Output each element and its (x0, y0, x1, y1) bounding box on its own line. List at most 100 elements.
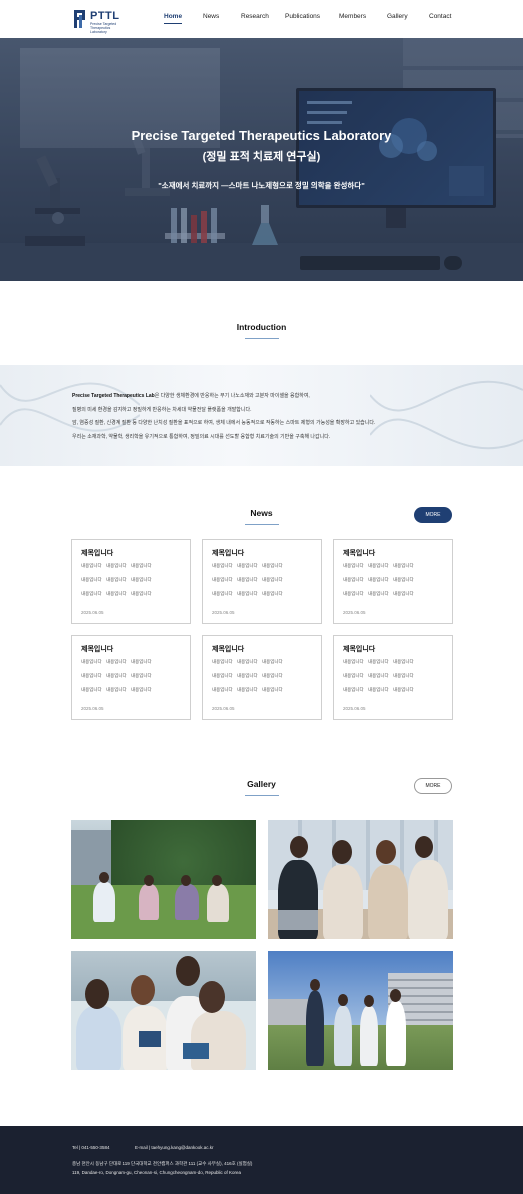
news-card-text: 내용입니다 (343, 591, 364, 596)
news-card-text: 내용입니다 (237, 673, 258, 678)
news-card-text: 내용입니다 (237, 687, 258, 692)
news-card-text: 내용입니다 (262, 591, 283, 596)
nav-item-members[interactable]: Members (339, 13, 366, 20)
photo-person-head (181, 875, 191, 886)
news-card-text: 내용입니다 (368, 673, 389, 678)
news-card-text: 내용입니다 (212, 659, 233, 664)
photo-person-head (212, 875, 222, 886)
photo-person-head (131, 975, 155, 1005)
news-card-text: 내용입니다 (343, 577, 364, 582)
main-nav: Home News Research Publications Members … (0, 13, 523, 27)
news-card-text: 내용입니다 (212, 577, 233, 582)
gallery-photo-students-on-lawn[interactable] (71, 820, 256, 939)
intro-heading: Introduction (0, 322, 523, 339)
photo-person-head (364, 995, 374, 1007)
news-card-title: 제목입니다 (81, 550, 114, 557)
news-card-text: 내용입니다 (368, 577, 389, 582)
footer-address-ko: 충남 천안시 동남구 단대로 119 단국대학교 천안캠퍼스 과학관 111 (… (72, 1161, 253, 1166)
photo-person (334, 1006, 352, 1066)
gallery-photo-students-laughing[interactable] (268, 820, 453, 939)
news-card-text: 내용입니다 (212, 687, 233, 692)
hero-subtitle: (정밀 표적 치료제 연구실) (202, 151, 321, 163)
news-card-text: 내용입니다 (393, 591, 414, 596)
news-card-title: 제목입니다 (343, 550, 376, 557)
nav-item-news[interactable]: News (203, 13, 219, 20)
news-more-button[interactable]: MORE (414, 507, 452, 523)
news-card-title: 제목입니다 (81, 646, 114, 653)
news-card-text: 내용입니다 (106, 659, 127, 664)
intro-band: Precise Targeted Therapeutics Lab은 다양한 생… (0, 365, 523, 466)
photo-person-head (338, 994, 348, 1006)
news-card[interactable]: 제목입니다 내용입니다 내용입니다 내용입니다 내용입니다 내용입니다 내용입니다 내용입니다… (71, 539, 191, 624)
news-card[interactable]: 제목입니다 내용입니다 내용입니다 내용입니다 내용입니다 내용입니다 내용입니다 내용입니다… (71, 635, 191, 720)
photo-laptop (278, 910, 318, 930)
hero-banner: Precise Targeted Therapeutics Laboratory… (0, 38, 523, 281)
news-card-text: 내용입니다 (81, 577, 102, 582)
photo-person-head (144, 875, 154, 886)
news-card-text: 내용입니다 (393, 673, 414, 678)
news-card-text: 내용입니다 (368, 591, 389, 596)
photo-person (306, 991, 324, 1066)
news-card-text: 내용입니다 (262, 659, 283, 664)
news-title-underline (244, 524, 279, 525)
news-card[interactable]: 제목입니다 내용입니다 내용입니다 내용입니다 내용입니다 내용입니다 내용입니다 내용입니다… (333, 539, 453, 624)
news-card-text: 내용입니다 (393, 577, 414, 582)
site-footer: Tel | 041-550-3584 E-mail | taehyung.kan… (0, 1126, 523, 1194)
intro-title-underline (244, 338, 279, 339)
news-card-text: 내용입니다 (131, 673, 152, 678)
news-card-text: 내용입니다 (262, 687, 283, 692)
nav-item-gallery[interactable]: Gallery (387, 13, 408, 20)
news-card-text: 내용입니다 (343, 563, 364, 568)
news-card-title: 제목입니다 (212, 646, 245, 653)
news-card-text: 내용입니다 (262, 563, 283, 568)
nav-item-contact[interactable]: Contact (429, 13, 451, 20)
photo-person-head (99, 872, 109, 883)
nav-item-research[interactable]: Research (241, 13, 269, 20)
news-card-text: 내용입니다 (212, 563, 233, 568)
news-card-text: 내용입니다 (393, 687, 414, 692)
gallery-more-button[interactable]: MORE (414, 778, 452, 794)
photo-person-head (415, 836, 433, 858)
news-card-text: 내용입니다 (81, 673, 102, 678)
photo-person (386, 1001, 406, 1066)
news-card-date: 2025.06.05 (343, 610, 366, 615)
footer-email[interactable]: E-mail | taehyung.kang@dankook.ac.kr (135, 1145, 214, 1150)
footer-tel: Tel | 041-550-3584 (72, 1145, 110, 1150)
nav-item-publications[interactable]: Publications (285, 13, 320, 20)
news-card-text: 내용입니다 (131, 659, 152, 664)
news-title: News (250, 508, 273, 518)
news-card-title: 제목입니다 (212, 550, 245, 557)
news-card[interactable]: 제목입니다 내용입니다 내용입니다 내용입니다 내용입니다 내용입니다 내용입니다 내용입니다… (202, 635, 322, 720)
hero-title: Precise Targeted Therapeutics Laboratory (131, 128, 392, 143)
news-card-date: 2025.06.05 (212, 610, 235, 615)
photo-person-head (332, 840, 352, 864)
news-card-title: 제목입니다 (343, 646, 376, 653)
photo-person-head (390, 989, 401, 1002)
gallery-title: Gallery (247, 779, 276, 789)
news-card-text: 내용입니다 (262, 577, 283, 582)
news-card-text: 내용입니다 (368, 563, 389, 568)
intro-line-1-rest: 은 다양한 생체환경에 반응하는 무기 나노소재와 고분자 마이셀을 융합하여, (154, 393, 310, 399)
gallery-photo-students-walking[interactable] (268, 951, 453, 1070)
news-card-text: 내용입니다 (131, 591, 152, 596)
photo-person (368, 865, 408, 939)
photo-person-head (85, 979, 109, 1009)
gallery-title-underline (244, 795, 279, 796)
intro-section: Introduction (0, 281, 523, 365)
news-card-text: 내용입니다 (106, 577, 127, 582)
photo-book (183, 1043, 209, 1059)
news-card[interactable]: 제목입니다 내용입니다 내용입니다 내용입니다 내용입니다 내용입니다 내용입니다 내용입니다… (202, 539, 322, 624)
news-card-text: 내용입니다 (106, 687, 127, 692)
photo-person (360, 1006, 378, 1066)
nav-item-home[interactable]: Home (164, 13, 183, 24)
news-card[interactable]: 제목입니다 내용입니다 내용입니다 내용입니다 내용입니다 내용입니다 내용입니다 내용입니다… (333, 635, 453, 720)
hero-quote: "소재에서 치료까지 —스마트 나노제형으로 정밀 의학을 완성하다" (158, 181, 365, 190)
news-card-text: 내용입니다 (393, 659, 414, 664)
news-card-text: 내용입니다 (237, 591, 258, 596)
news-card-text: 내용입니다 (131, 687, 152, 692)
gallery-photo-students-with-books[interactable] (71, 951, 256, 1070)
site-header: PTTL Precise Targeted Therapeutics Labor… (0, 0, 523, 38)
photo-person-head (310, 979, 320, 991)
news-card-text: 내용입니다 (237, 563, 258, 568)
news-card-text: 내용입니다 (131, 563, 152, 568)
